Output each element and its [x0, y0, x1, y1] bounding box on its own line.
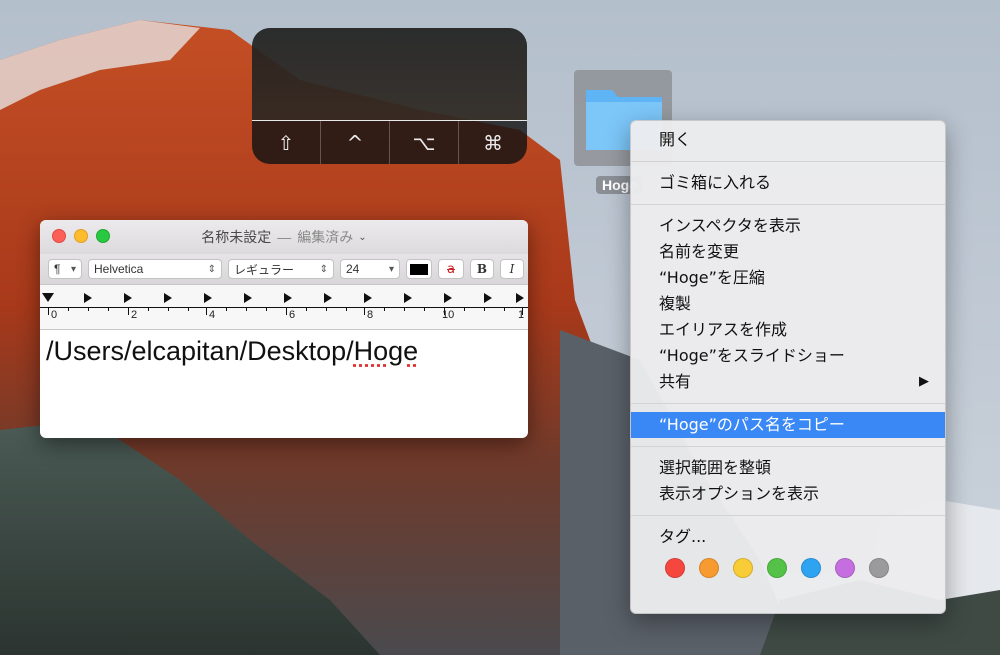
tab-stop-marker[interactable] — [244, 293, 252, 303]
paragraph-icon: ¶ — [54, 262, 61, 276]
finder-context-menu: 開く ゴミ箱に入れる インスペクタを表示 名前を変更 “Hoge”を圧縮 複製 … — [630, 120, 946, 614]
menu-item-compress[interactable]: “Hoge”を圧縮 — [631, 265, 945, 291]
shift-key-icon: ⇧ — [252, 121, 321, 164]
tab-stop-marker[interactable] — [404, 293, 412, 303]
menu-item-open[interactable]: 開く — [631, 127, 945, 153]
title-separator: — — [277, 229, 292, 245]
misspelled-word: Hoge — [353, 336, 419, 366]
chevron-down-icon: ▾ — [388, 263, 394, 275]
ruler-label: 4 — [209, 309, 216, 321]
edit-status: 編集済み — [297, 229, 354, 245]
ruler[interactable]: 0 2 4 6 8 10 1 — [40, 285, 528, 330]
tag-gray-dot[interactable] — [869, 558, 889, 578]
menu-item-make-alias[interactable]: エイリアスを作成 — [631, 317, 945, 343]
menu-item-share[interactable]: 共有 ▶ — [631, 369, 945, 395]
menu-item-show-inspector[interactable]: インスペクタを表示 — [631, 213, 945, 239]
document-title: 名称未設定 — [201, 229, 272, 245]
modifier-keys-overlay: ⇧ ^ ⌥ ⌘ — [252, 28, 527, 164]
menu-item-slideshow[interactable]: “Hoge”をスライドショー — [631, 343, 945, 369]
indent-marker[interactable] — [42, 293, 54, 302]
strike-label: a — [447, 261, 455, 277]
menu-divider — [631, 161, 945, 162]
ruler-label: 1 — [518, 309, 525, 321]
tag-purple-dot[interactable] — [835, 558, 855, 578]
menu-item-share-label: 共有 — [659, 372, 692, 391]
tag-green-dot[interactable] — [767, 558, 787, 578]
tab-stop-marker[interactable] — [164, 293, 172, 303]
menu-divider — [631, 446, 945, 447]
background-color-well[interactable]: a — [438, 259, 464, 279]
tag-blue-dot[interactable] — [801, 558, 821, 578]
tag-yellow-dot[interactable] — [733, 558, 753, 578]
tag-orange-dot[interactable] — [699, 558, 719, 578]
menu-divider — [631, 403, 945, 404]
option-key-icon: ⌥ — [390, 121, 459, 164]
menu-item-clean-up-selection[interactable]: 選択範囲を整頓 — [631, 455, 945, 481]
tab-stop-marker[interactable] — [484, 293, 492, 303]
font-family-value: Helvetica — [94, 262, 144, 276]
tab-stop-marker[interactable] — [284, 293, 292, 303]
font-size-value: 24 — [346, 262, 360, 276]
command-key-icon: ⌘ — [483, 131, 503, 155]
ruler-label: 2 — [131, 309, 138, 321]
menu-item-move-to-trash[interactable]: ゴミ箱に入れる — [631, 170, 945, 196]
document-text: /Users/elcapitan/Desktop/ — [46, 336, 354, 366]
updown-icon: ⇕ — [207, 263, 216, 275]
ruler-label: 6 — [289, 309, 296, 321]
textedit-window: 名称未設定 — 編集済み ⌄ ¶ ▾ Helvetica ⇕ レギュラー ⇕ 24 ▾ … — [40, 220, 528, 438]
menu-item-rename[interactable]: 名前を変更 — [631, 239, 945, 265]
tab-stop-marker[interactable] — [124, 293, 132, 303]
tag-color-row — [631, 558, 945, 578]
italic-button[interactable]: I — [500, 259, 524, 279]
text-color-well[interactable] — [406, 259, 432, 279]
paragraph-style-select[interactable]: ¶ ▾ — [48, 259, 82, 279]
menu-item-tags[interactable]: タグ... — [631, 524, 945, 550]
close-button[interactable] — [52, 229, 66, 243]
overlay-preview — [252, 28, 527, 121]
chevron-down-icon: ▾ — [70, 263, 76, 275]
updown-icon: ⇕ — [319, 263, 328, 275]
submenu-arrow-icon: ▶ — [919, 374, 929, 389]
window-titlebar[interactable]: 名称未設定 — 編集済み ⌄ — [40, 220, 528, 254]
format-toolbar: ¶ ▾ Helvetica ⇕ レギュラー ⇕ 24 ▾ a B I — [40, 254, 528, 285]
ruler-label: 8 — [367, 309, 374, 321]
menu-divider — [631, 204, 945, 205]
tab-stop-marker[interactable] — [324, 293, 332, 303]
menu-item-show-view-options[interactable]: 表示オプションを表示 — [631, 481, 945, 507]
chevron-down-icon[interactable]: ⌄ — [358, 232, 366, 243]
minimize-button[interactable] — [74, 229, 88, 243]
bold-button[interactable]: B — [470, 259, 494, 279]
font-size-combo[interactable]: 24 ▾ — [340, 259, 400, 279]
zoom-button[interactable] — [96, 229, 110, 243]
ruler-label: 10 — [442, 309, 455, 321]
menu-item-copy-pathname[interactable]: “Hoge”のパス名をコピー — [631, 412, 945, 438]
control-key-icon: ^ — [321, 121, 390, 164]
tab-stop-marker[interactable] — [84, 293, 92, 303]
tag-red-dot[interactable] — [665, 558, 685, 578]
tab-stop-marker[interactable] — [444, 293, 452, 303]
font-family-select[interactable]: Helvetica ⇕ — [88, 259, 222, 279]
menu-item-duplicate[interactable]: 複製 — [631, 291, 945, 317]
document-body[interactable]: /Users/elcapitan/Desktop/Hoge — [40, 330, 528, 373]
tab-stop-marker[interactable] — [364, 293, 372, 303]
font-style-select[interactable]: レギュラー ⇕ — [228, 259, 334, 279]
font-style-value: レギュラー — [234, 262, 295, 277]
tab-stop-marker[interactable] — [204, 293, 212, 303]
menu-divider — [631, 515, 945, 516]
tab-stop-marker[interactable] — [516, 293, 524, 303]
ruler-label: 0 — [51, 309, 58, 321]
